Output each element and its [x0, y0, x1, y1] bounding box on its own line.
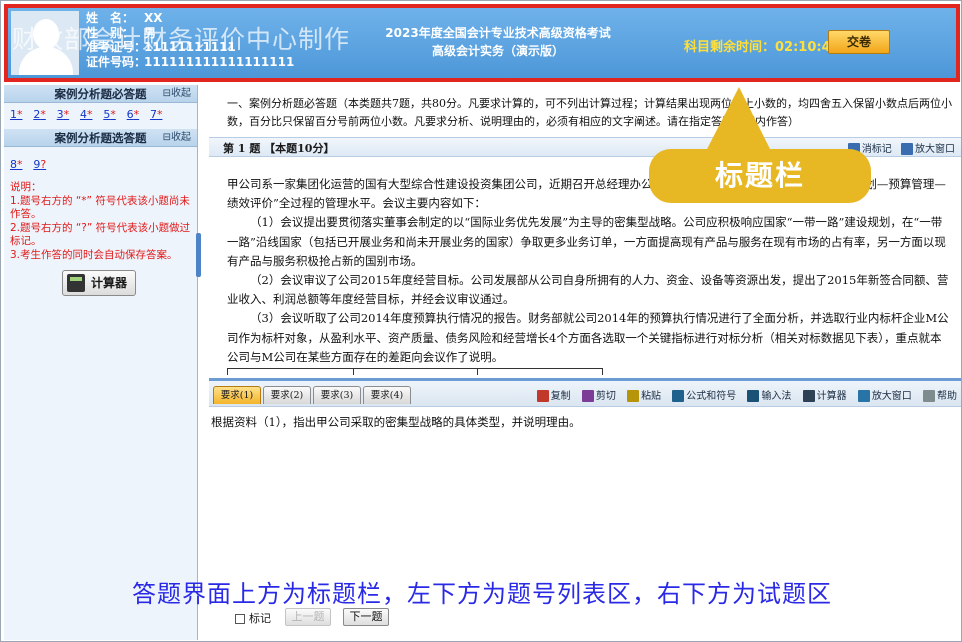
question-number-3[interactable]: 3* — [57, 108, 70, 121]
sigma-icon — [672, 390, 685, 402]
question-list-panel: 案例分析题必答题 ⊟收起 1* 2* 3* 4* 5* 6* 7* 案例分析题选… — [4, 85, 198, 640]
watermark-text: 财政部会计财务评价中心制作 — [12, 25, 351, 54]
question-stem: 甲公司系一家集团化运营的国有大型综合性建设投资集团公司，近期召开总经理办公会，提… — [227, 175, 949, 367]
section-instructions: 一、案例分析题必答题（本类题共7题，共80分。凡要求计算的，可不列出计算过程；计… — [227, 97, 952, 128]
sidebar-collapse-handle[interactable] — [196, 233, 201, 277]
notes-title: 说明： — [10, 181, 42, 193]
exam-title: 2023年度全国会计专业技术高级资格考试 高级会计实务（演示版） — [368, 24, 628, 60]
tab-requirement-2[interactable]: 要求(2) — [263, 386, 311, 404]
copy-button[interactable]: 复制 — [536, 387, 571, 402]
note-item: 1.题号右方的 “*” 符号代表该小题尚未作答。 — [10, 194, 190, 221]
title-bar: 姓 名： XX 性 别：男 准考证号：11111111111 证件号码：11111… — [4, 4, 960, 82]
copy-icon — [536, 390, 549, 402]
formula-symbol-button[interactable]: 公式和符号 — [672, 387, 736, 402]
candidate-id-row: 证件号码：111111111111111111 — [86, 54, 295, 69]
question-number-5[interactable]: 5* — [103, 108, 116, 121]
mark-question-checkbox[interactable]: 标记 — [235, 610, 271, 626]
question-number-4[interactable]: 4* — [80, 108, 93, 121]
title-bar-callout: 标题栏 — [649, 149, 871, 203]
cut-icon — [581, 390, 594, 402]
next-question-button[interactable]: 下一题 — [343, 608, 389, 626]
previous-question-button[interactable]: 上一题 — [285, 608, 331, 626]
stem-paragraph: （3）会议听取了公司2014年度预算执行情况的报告。财务部就公司2014年的预算… — [227, 311, 949, 364]
question-title: 第 1 题 【本题10分】 — [223, 142, 335, 155]
question-number-9[interactable]: 9? — [33, 158, 46, 171]
submit-exam-button[interactable]: 交卷 — [828, 30, 890, 54]
stem-paragraph: （2）会议审议了公司2015年度经营目标。公司发展部从公司自身所拥有的人力、资金… — [227, 273, 949, 307]
requirement-tabs: 要求(1) 要求(2) 要求(3) 要求(4) — [213, 386, 413, 404]
question-number-1[interactable]: 1* — [10, 108, 23, 121]
paste-icon — [627, 390, 640, 402]
remaining-time: 科目剩余时间：02:10:45 — [684, 40, 840, 55]
question-number-6[interactable]: 6* — [127, 108, 140, 121]
question-number-7[interactable]: 7* — [150, 108, 163, 121]
exam-window: 姓 名： XX 性 别：男 准考证号：11111111111 证件号码：11111… — [0, 0, 962, 642]
paste-button[interactable]: 粘贴 — [627, 387, 661, 402]
keyboard-icon — [747, 390, 760, 402]
toolbar-calculator-button[interactable]: 计算器 — [802, 387, 847, 402]
requirement-text: 根据资料（1），指出甲公司采取的密集型战略的具体类型，并说明理由。 — [211, 415, 581, 429]
help-button[interactable]: 帮助 — [923, 387, 957, 402]
question-number-8[interactable]: 8* — [10, 158, 23, 171]
enlarge-icon — [857, 390, 870, 402]
data-table-top-edge — [227, 368, 603, 375]
exam-title-line2: 高级会计实务（演示版） — [431, 44, 564, 58]
calculator-icon — [802, 390, 815, 402]
tab-requirement-4[interactable]: 要求(4) — [363, 386, 411, 404]
instructions-notes: 说明： 1.题号右方的 “*” 符号代表该小题尚未作答。 2.题号右方的 “?”… — [4, 175, 197, 262]
enlarge-icon — [901, 143, 913, 155]
checkbox-icon — [235, 614, 245, 624]
requirement-toolbar: 要求(1) 要求(2) 要求(3) 要求(4) 复制 剪切 粘贴 公式和符号 输入法 … — [209, 381, 961, 407]
tab-requirement-1[interactable]: 要求(1) — [213, 386, 261, 404]
required-question-numbers: 1* 2* 3* 4* 5* 6* 7* — [4, 103, 197, 125]
required-section-header: 案例分析题必答题 ⊟收起 — [4, 85, 197, 103]
calculator-button[interactable]: 计算器 — [62, 270, 136, 296]
tab-requirement-3[interactable]: 要求(3) — [313, 386, 361, 404]
question-navigation: 标记 上一题 下一题 — [209, 607, 961, 640]
stem-paragraph: （1）会议提出要贯彻落实董事会制定的以“国际业务优先发展”为主导的密集型战略。公… — [227, 215, 946, 268]
question-enlarge-button[interactable]: 放大窗口 — [901, 140, 955, 155]
question-number-2[interactable]: 2* — [33, 108, 46, 121]
cut-button[interactable]: 剪切 — [581, 387, 616, 402]
note-item: 3.考生作答的同时会自动保存答案。 — [10, 248, 178, 261]
answer-enlarge-button[interactable]: 放大窗口 — [857, 387, 912, 402]
required-collapse-toggle[interactable]: ⊟收起 — [163, 85, 191, 103]
tutorial-caption: 答题界面上方为标题栏，左下方为题号列表区，右下方为试题区 — [132, 580, 832, 608]
optional-collapse-toggle[interactable]: ⊟收起 — [163, 129, 191, 147]
input-method-button[interactable]: 输入法 — [747, 387, 791, 402]
editor-tools: 复制 剪切 粘贴 公式和符号 输入法 计算器 放大窗口 帮助 — [529, 387, 957, 402]
exam-title-line1: 2023年度全国会计专业技术高级资格考试 — [385, 26, 611, 40]
help-icon — [923, 390, 935, 402]
calculator-icon — [67, 274, 85, 292]
note-item: 2.题号右方的 “?” 符号代表该小题做过标记。 — [10, 221, 191, 248]
optional-section-header: 案例分析题选答题 ⊟收起 — [4, 129, 197, 147]
optional-question-numbers: 8* 9? — [4, 153, 197, 175]
